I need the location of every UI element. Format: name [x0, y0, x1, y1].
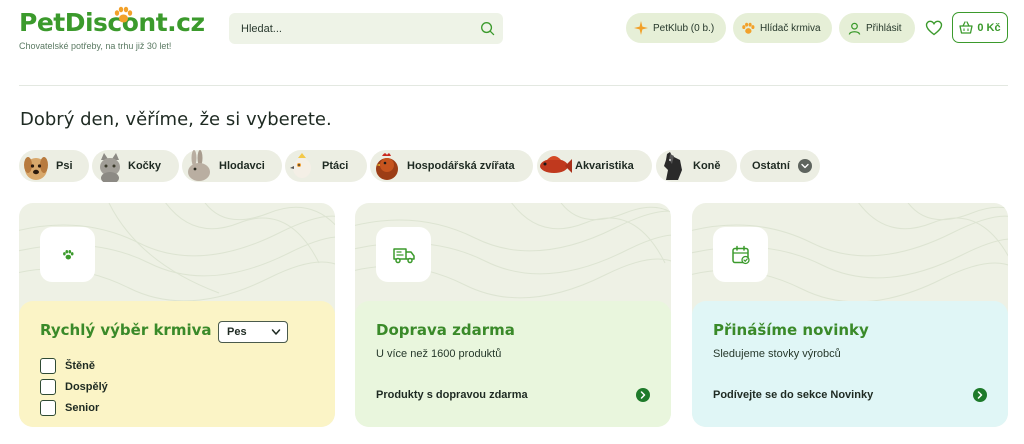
card-icon-box [376, 227, 431, 282]
pet-type-select[interactable]: Pes [218, 321, 288, 343]
category-label: Hlodavci [219, 160, 265, 172]
category-label: Ostatní [752, 160, 790, 172]
card-title: Doprava zdarma [376, 321, 515, 339]
chevron-right-icon [977, 391, 983, 399]
news-card[interactable]: Přinášíme novinky Sledujeme stovky výrob… [692, 203, 1008, 427]
petklub-button[interactable]: PetKlub (0 b.) [626, 13, 726, 43]
quick-food-card: Rychlý výběr krmiva Pes Štěně Dospělý Se… [19, 203, 335, 427]
cart-total: 0 Kč [977, 21, 1001, 34]
calendar-icon [731, 245, 750, 264]
login-label: Přihlásit [866, 22, 902, 34]
arrow-right-button[interactable] [636, 388, 650, 402]
card-icon-box [713, 227, 768, 282]
paw-icon [742, 22, 755, 34]
free-shipping-card[interactable]: Doprava zdarma U více než 1600 produktů … [355, 203, 671, 427]
option-stene[interactable]: Štěně [40, 358, 95, 374]
user-icon [848, 22, 861, 35]
option-senior[interactable]: Senior [40, 400, 99, 416]
sparkle-icon [634, 21, 648, 35]
category-psi[interactable]: Psi [19, 150, 89, 182]
card-panel: Rychlý výběr krmiva Pes Štěně Dospělý Se… [19, 301, 335, 427]
logo[interactable]: PetDiscont.cz Chovatelské potřeby, na tr… [19, 6, 205, 51]
search-bar [229, 13, 503, 44]
rooster-icon [376, 153, 398, 180]
option-label: Senior [65, 402, 100, 414]
fish-icon [540, 156, 572, 173]
chevron-right-icon [640, 391, 646, 399]
basket-icon [959, 21, 974, 34]
pet-type-value: Pes [227, 326, 247, 338]
category-label: Hospodářská zvířata [407, 160, 515, 172]
tagline: Chovatelské potřeby, na trhu již 30 let! [19, 41, 172, 51]
arrow-right-button[interactable] [973, 388, 987, 402]
checkbox[interactable] [40, 400, 56, 416]
option-dospely[interactable]: Dospělý [40, 379, 108, 395]
site-header: PetDiscont.cz Chovatelské potřeby, na tr… [0, 0, 1024, 86]
card-icon-box [40, 227, 95, 282]
search-input[interactable] [229, 13, 469, 44]
category-label: Akvaristika [575, 160, 634, 172]
chevron-down-icon [271, 329, 281, 335]
category-label: Kočky [128, 160, 162, 172]
petklub-label: PetKlub (0 b.) [653, 22, 715, 34]
chevron-down-icon [798, 159, 812, 173]
checkbox[interactable] [40, 379, 56, 395]
card-subtitle: U více než 1600 produktů [376, 348, 502, 360]
cart-button[interactable]: 0 Kč [952, 12, 1008, 43]
category-label: Psi [56, 160, 73, 172]
category-kocky[interactable]: Kočky [92, 150, 179, 182]
option-label: Štěně [65, 360, 95, 372]
paw-icon [114, 6, 133, 23]
header-divider [19, 85, 1008, 86]
card-title: Rychlý výběr krmiva [40, 321, 212, 339]
card-title: Přinášíme novinky [713, 321, 869, 339]
search-icon[interactable] [480, 21, 495, 36]
category-akvaristika[interactable]: Akvaristika [537, 150, 652, 182]
card-subtitle: Sledujeme stovky výrobců [713, 348, 841, 360]
greeting-heading: Dobrý den, věříme, že si vyberete. [20, 109, 332, 130]
card-panel: Doprava zdarma U více než 1600 produktů … [355, 301, 671, 427]
horse-icon [664, 152, 682, 180]
category-ostatni[interactable]: Ostatní [740, 150, 820, 182]
category-kone[interactable]: Koně [656, 150, 737, 182]
category-label: Ptáci [322, 160, 349, 172]
card-panel: Přinášíme novinky Sledujeme stovky výrob… [692, 301, 1008, 427]
option-label: Dospělý [65, 381, 108, 393]
category-ptaci[interactable]: Ptáci [285, 150, 367, 182]
login-button[interactable]: Přihlásit [839, 13, 915, 43]
checkbox[interactable] [40, 358, 56, 374]
dog-icon [24, 157, 48, 180]
rabbit-icon [188, 150, 210, 181]
cat-icon [100, 153, 120, 182]
heart-icon[interactable] [925, 19, 943, 37]
truck-icon [392, 247, 415, 263]
hlidac-label: Hlídač krmiva [760, 22, 821, 34]
paw-icon [62, 249, 74, 259]
bird-icon [290, 153, 311, 178]
logo-text: PetDiscont.cz [19, 8, 205, 37]
card-link[interactable]: Produkty s dopravou zdarma [376, 389, 528, 401]
category-label: Koně [693, 160, 721, 172]
category-hlodavci[interactable]: Hlodavci [182, 150, 282, 182]
category-hospodarska-zvirata[interactable]: Hospodářská zvířata [370, 150, 533, 182]
hlidac-krmiva-button[interactable]: Hlídač krmiva [733, 13, 832, 43]
card-link[interactable]: Podívejte se do sekce Novinky [713, 389, 873, 401]
